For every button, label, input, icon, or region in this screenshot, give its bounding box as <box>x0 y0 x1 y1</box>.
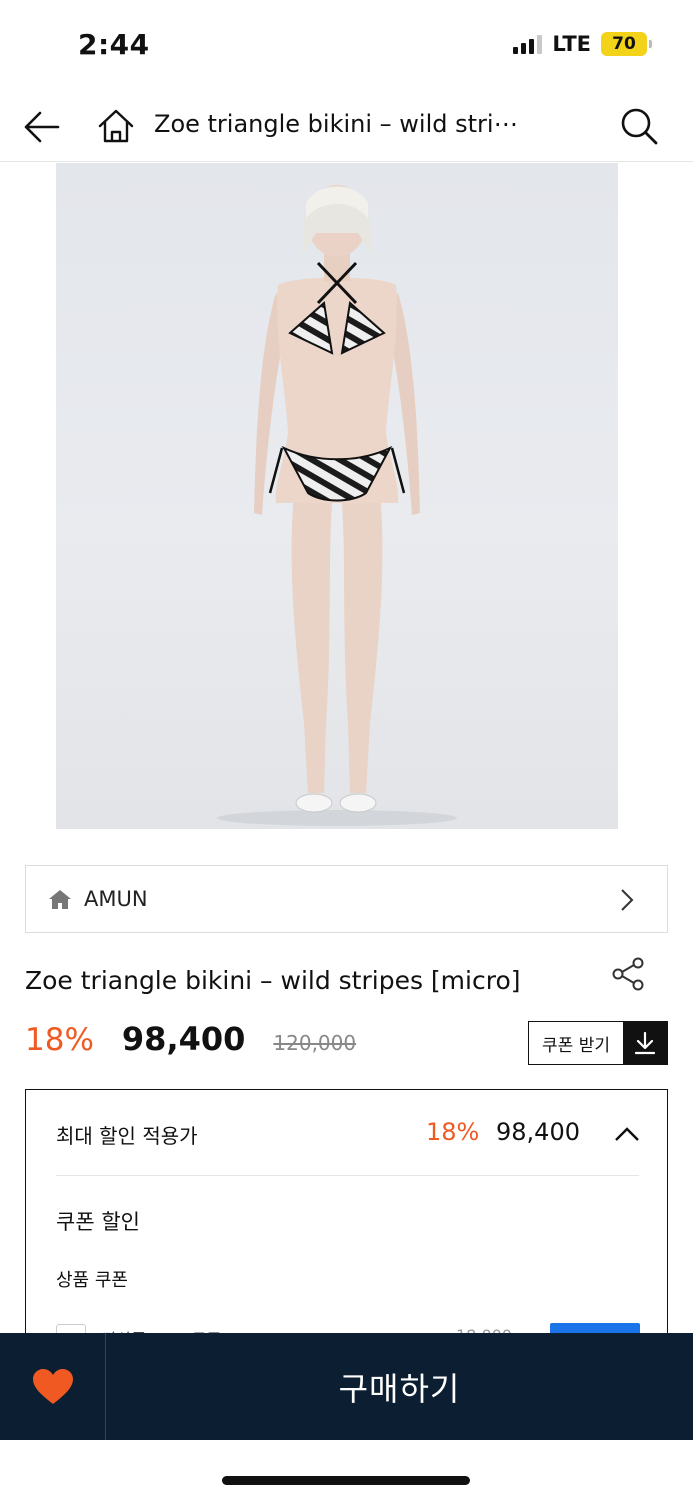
wishlist-button[interactable] <box>0 1333 106 1440</box>
status-time: 2:44 <box>78 28 150 61</box>
battery-icon: 70 <box>601 32 652 56</box>
status-bar: 2:44 LTE 70 <box>0 0 693 92</box>
network-label: LTE <box>552 32 591 56</box>
buy-button[interactable]: 구매하기 <box>106 1333 693 1440</box>
search-icon[interactable] <box>619 106 659 146</box>
home-icon <box>49 890 71 909</box>
chevron-up-icon[interactable] <box>614 1126 640 1142</box>
chevron-right-icon <box>621 889 634 911</box>
page-title: Zoe triangle bikini – wild stri⋯ <box>154 110 518 138</box>
top-nav: Zoe triangle bikini – wild stri⋯ <box>0 92 693 162</box>
original-price: 120,000 <box>273 1031 357 1055</box>
product-image[interactable] <box>56 163 618 829</box>
share-icon[interactable] <box>610 956 646 992</box>
sale-price: 98,400 <box>121 1020 246 1058</box>
download-icon <box>623 1022 667 1064</box>
max-discount-rate: 18% <box>426 1118 480 1146</box>
divider <box>56 1175 639 1176</box>
home-icon[interactable] <box>96 106 136 146</box>
heart-icon <box>32 1368 73 1404</box>
product-title: Zoe triangle bikini – wild stripes [micr… <box>25 966 521 995</box>
brand-name: AMUN <box>84 887 148 911</box>
coupon-download-button[interactable]: 쿠폰 받기 <box>528 1021 668 1065</box>
discount-rate: 18% <box>25 1022 94 1058</box>
status-indicators: LTE 70 <box>513 32 652 56</box>
max-discount-panel: 최대 할인 적용가 18% 98,400 쿠폰 할인 상품 쿠폰 단상품 15%… <box>25 1089 668 1354</box>
bottom-action-bar: 구매하기 <box>0 1333 693 1440</box>
max-discount-price: 98,400 <box>496 1118 580 1146</box>
coupon-discount-heading: 쿠폰 할인 <box>56 1210 140 1234</box>
arrow-left-icon[interactable] <box>22 109 62 145</box>
price-row: 18% 98,400 120,000 <box>25 1020 356 1060</box>
home-indicator[interactable] <box>222 1476 470 1485</box>
max-discount-label: 최대 할인 적용가 <box>56 1124 198 1148</box>
product-photo <box>217 185 457 826</box>
signal-icon <box>513 34 543 54</box>
product-coupon-label: 상품 쿠폰 <box>56 1270 128 1291</box>
coupon-button-label: 쿠폰 받기 <box>542 1035 610 1056</box>
brand-link[interactable]: AMUN <box>25 865 668 933</box>
